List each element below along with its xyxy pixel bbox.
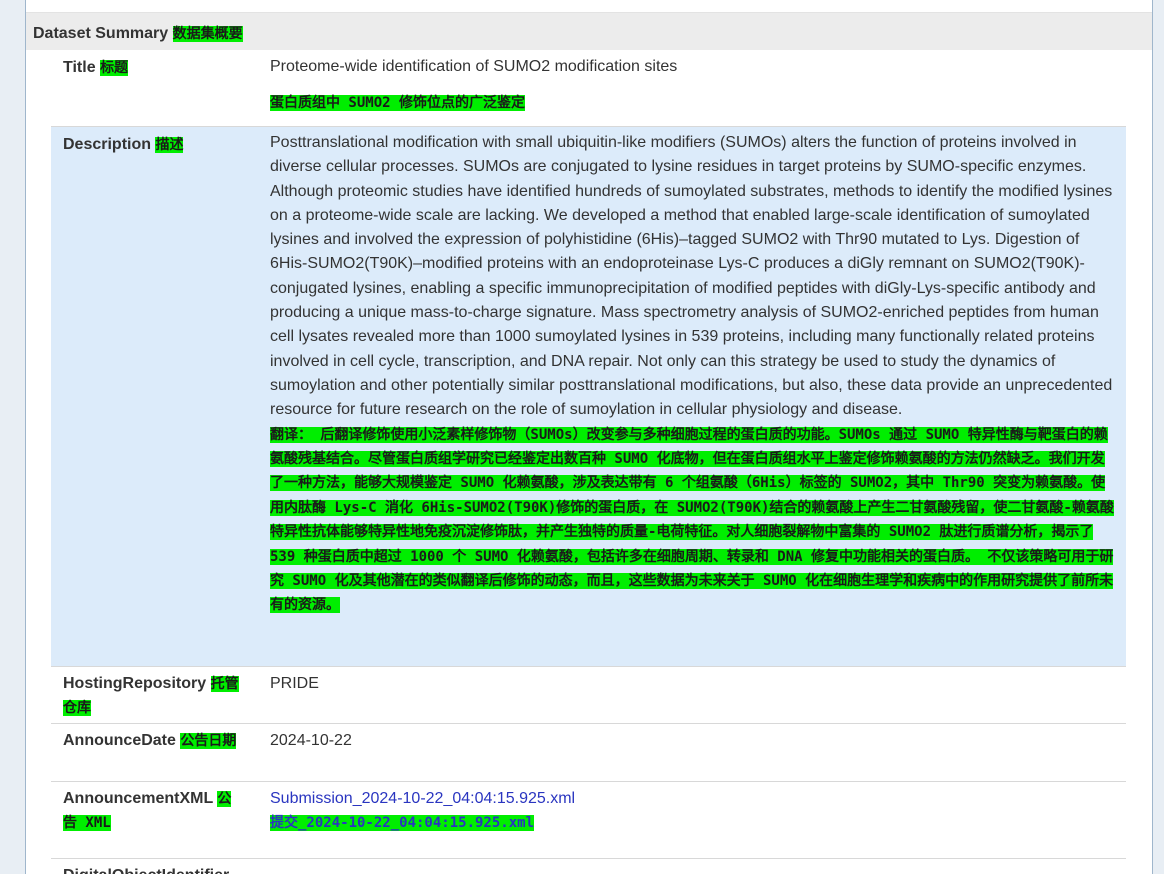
description-key-cn: 描述 [155,137,184,153]
row-description: Description 描述 Posttranslational modific… [51,127,1126,667]
hosting-value: PRIDE [270,675,319,692]
section-title: Dataset Summary 数据集概要 [33,23,243,43]
announcement-xml-link-cn[interactable]: 提交_2024-10-22_04:04:15.925.xml [270,815,535,832]
date-key-cn: 公告日期 [180,733,237,749]
hosting-key: HostingRepository [63,675,207,692]
row-value: PRIDE [270,672,1116,696]
xml-value-cn-wrap: 提交_2024-10-22_04:04:15.925.xml [270,811,1116,835]
row-value: Submission_2024-10-22_04:04:15.925.xml 提… [270,787,1116,836]
title-key: Title [63,59,96,76]
row-hosting: HostingRepository 托管仓库 PRIDE [51,667,1126,724]
row-announcement-xml: AnnouncementXML 公告 XML Submission_2024-1… [51,782,1126,859]
description-key: Description [63,136,152,153]
description-value-cn-wrap: 翻译： 后翻译修饰使用小泛素样修饰物（SUMOs）改变参与多种细胞过程的蛋白质的… [270,423,1116,618]
row-value: Posttranslational modification with smal… [270,131,1116,618]
row-announce-date: AnnounceDate 公告日期 2024-10-22 [51,724,1126,782]
xml-key: AnnouncementXML [63,790,213,807]
date-key: AnnounceDate [63,732,176,749]
date-value: 2024-10-22 [270,732,352,749]
top-strip [26,0,1152,13]
section-title-en: Dataset Summary [33,25,169,42]
row-title: Title 标题 Proteome-wide identification of… [51,50,1126,127]
dataset-panel: Dataset Summary 数据集概要 Title 标题 Proteome-… [25,0,1153,874]
title-value-cn: 蛋白质组中 SUMO2 修饰位点的广泛鉴定 [270,95,526,112]
row-key: Title 标题 [63,56,241,80]
description-value: Posttranslational modification with smal… [270,134,1113,419]
section-title-cn: 数据集概要 [172,26,243,42]
row-value: Proteome-wide identification of SUMO2 mo… [270,55,1116,116]
row-key: HostingRepository 托管仓库 [63,672,241,720]
row-value: 2024-10-22 [270,729,1116,753]
title-value: Proteome-wide identification of SUMO2 mo… [270,58,678,75]
row-key: AnnouncementXML 公告 XML [63,787,241,835]
announcement-xml-link[interactable]: Submission_2024-10-22_04:04:15.925.xml [270,790,575,807]
description-value-cn: 翻译： 后翻译修饰使用小泛素样修饰物（SUMOs）改变参与多种细胞过程的蛋白质的… [270,426,1114,614]
doi-key: DigitalObjectIdentifier [63,867,229,874]
row-doi: DigitalObjectIdentifier [51,859,1126,874]
section-header: Dataset Summary 数据集概要 [26,13,1152,50]
row-key: Description 描述 [63,133,241,157]
title-key-cn: 标题 [100,60,129,76]
row-key: AnnounceDate 公告日期 [63,729,241,753]
title-value-cn-wrap: 蛋白质组中 SUMO2 修饰位点的广泛鉴定 [270,91,1116,115]
